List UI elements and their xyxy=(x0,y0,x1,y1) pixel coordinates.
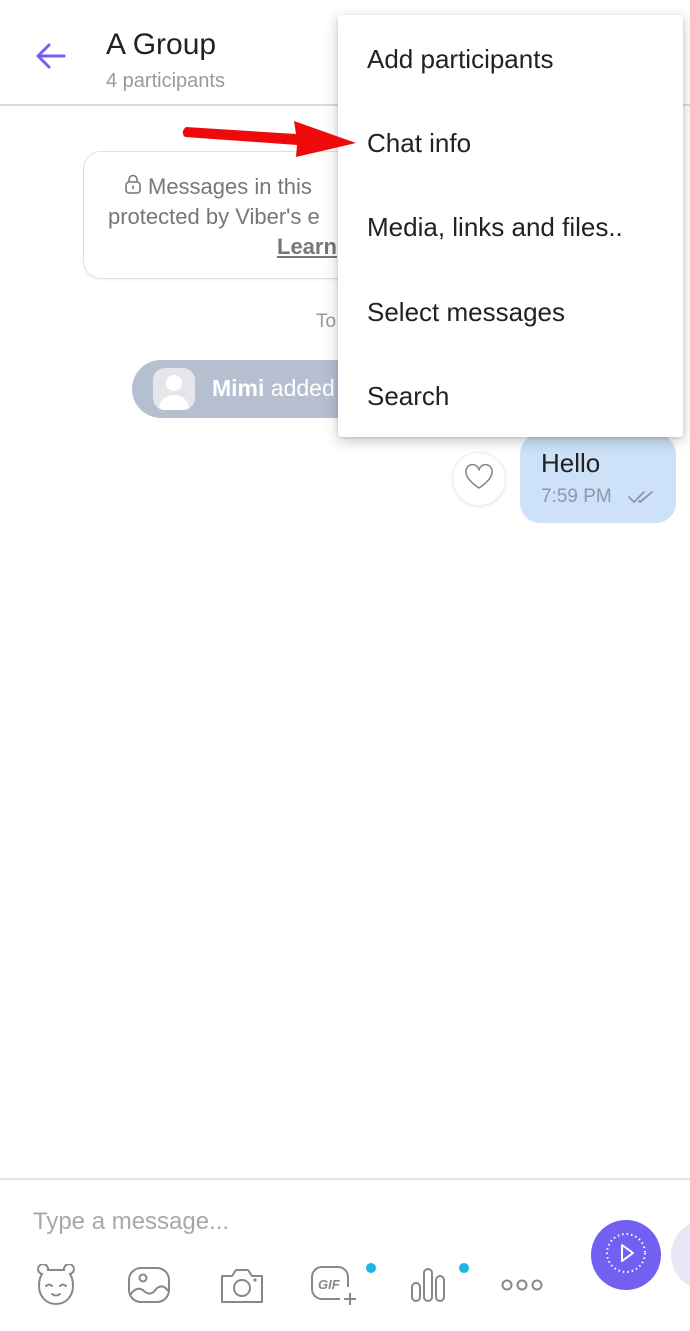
back-button[interactable] xyxy=(30,38,70,78)
date-separator: To xyxy=(316,311,337,332)
video-message-icon xyxy=(604,1231,648,1280)
annotation-arrow-icon xyxy=(178,115,360,166)
menu-item-search[interactable]: Search xyxy=(338,354,683,438)
message-text: Hello xyxy=(541,448,601,478)
arrow-left-icon xyxy=(34,42,66,75)
more-dots-icon xyxy=(500,1278,544,1297)
encryption-notice-text1: Messages in this xyxy=(148,174,312,199)
avatar-placeholder-icon xyxy=(153,368,195,410)
camera-button[interactable] xyxy=(215,1262,269,1312)
gif-badge-dot xyxy=(366,1263,376,1273)
menu-item-media-links-files[interactable]: Media, links and files.. xyxy=(338,185,683,269)
sticker-bear-icon xyxy=(32,1262,80,1311)
participants-count[interactable]: 4 participants xyxy=(106,70,225,93)
chat-title[interactable]: A Group xyxy=(106,28,216,62)
poll-bars-icon xyxy=(406,1265,450,1310)
message-bubble-outgoing[interactable]: Hello 7:59 PM xyxy=(520,434,676,523)
gallery-icon xyxy=(126,1265,172,1310)
like-button[interactable] xyxy=(452,452,506,506)
learn-more-link[interactable]: Learn xyxy=(277,234,337,260)
heart-icon xyxy=(464,463,494,495)
gif-button[interactable]: GIF xyxy=(308,1262,362,1312)
gallery-button[interactable] xyxy=(122,1262,176,1312)
encryption-notice: Messages in this protected by Viber's e … xyxy=(83,151,373,279)
message-input[interactable] xyxy=(33,1204,533,1240)
secondary-action-button[interactable] xyxy=(671,1220,690,1290)
gif-plus-icon: GIF xyxy=(308,1263,362,1312)
svg-text:GIF: GIF xyxy=(318,1277,341,1292)
chat-overflow-menu: Add participants Chat info Media, links … xyxy=(338,15,683,437)
message-time: 7:59 PM xyxy=(541,486,612,507)
menu-item-add-participants[interactable]: Add participants xyxy=(338,17,683,101)
message-composer: GIF xyxy=(0,1178,690,1331)
poll-button[interactable] xyxy=(401,1262,455,1312)
menu-item-chat-info[interactable]: Chat info xyxy=(338,101,683,185)
more-button[interactable] xyxy=(495,1262,549,1312)
sticker-button[interactable] xyxy=(29,1262,83,1312)
system-message-actor: Mimi xyxy=(212,375,265,401)
system-message-action: added xyxy=(270,375,335,401)
menu-item-select-messages[interactable]: Select messages xyxy=(338,270,683,354)
encryption-notice-line1: Messages in this xyxy=(124,174,312,200)
poll-badge-dot xyxy=(459,1263,469,1273)
camera-icon xyxy=(218,1264,266,1311)
system-message-text: Mimi added xyxy=(212,375,335,402)
double-check-icon xyxy=(628,490,656,509)
lock-icon xyxy=(124,174,142,200)
video-message-button[interactable] xyxy=(591,1220,661,1290)
encryption-notice-text2: protected by Viber's e xyxy=(108,204,320,229)
